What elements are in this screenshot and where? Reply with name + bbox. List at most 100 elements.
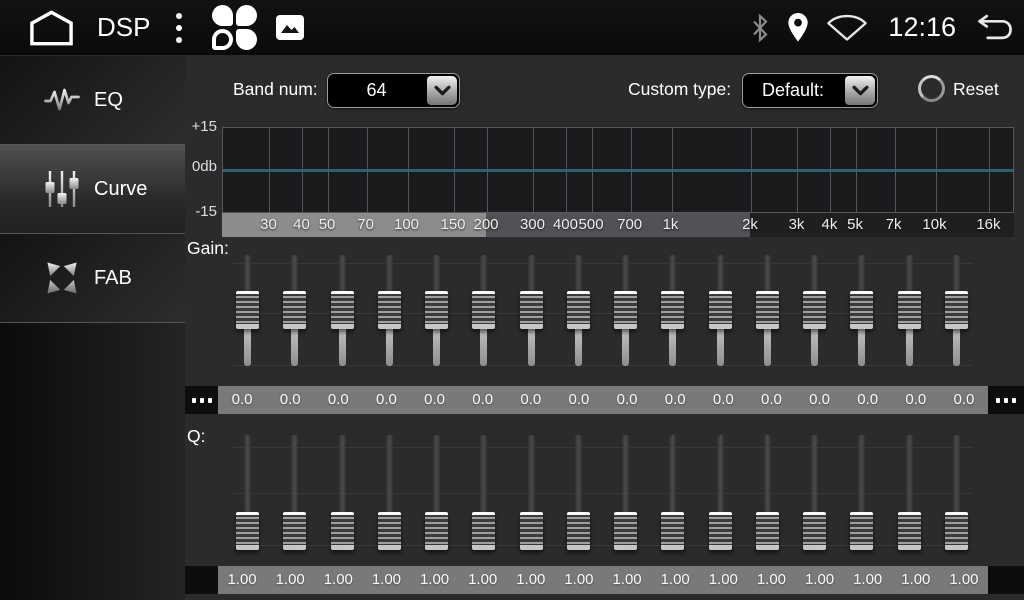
gain-more-left-button[interactable] [185,386,218,414]
custom-type-label: Custom type: [628,79,731,100]
q-slider-thumb[interactable] [331,512,354,550]
expand-arrows-icon [42,258,82,298]
gain-slider-thumb[interactable] [803,291,826,329]
gain-slider-thumb[interactable] [614,291,637,329]
home-button[interactable] [28,8,75,48]
sidebar-item-eq[interactable]: EQ [0,56,185,145]
gain-more-right-button[interactable] [988,386,1024,414]
page-title: DSP [97,12,150,43]
q-value: 1.00 [699,566,747,594]
app-launcher-icon[interactable] [212,5,259,50]
q-slider-thumb[interactable] [898,512,921,550]
q-slider[interactable] [555,433,602,556]
q-slider-thumb[interactable] [520,512,543,550]
freq-tick-label: 2k [742,213,758,237]
sidebar: EQ Curve [0,56,185,600]
gain-slider[interactable] [933,253,980,372]
freq-axis: 304050701001502003004005007001k2k3k4k5k7… [222,213,1014,237]
q-value: 1.00 [362,566,410,594]
gain-slider-thumb[interactable] [236,291,259,329]
eq-curve-line [223,169,1013,172]
q-slider-thumb[interactable] [567,512,590,550]
custom-type-select[interactable]: Default: [742,73,878,108]
q-slider-thumb[interactable] [472,512,495,550]
band-num-select[interactable]: 64 [327,73,460,108]
gain-slider-thumb[interactable] [472,291,495,329]
q-slider-thumb[interactable] [850,512,873,550]
gain-slider[interactable] [508,253,555,372]
gain-slider[interactable] [271,253,318,372]
gain-value: 0.0 [555,386,603,414]
q-slider[interactable] [271,433,318,556]
reset-radio[interactable] [918,75,945,102]
q-value: 1.00 [314,566,362,594]
q-slider[interactable] [649,433,696,556]
q-slider-thumb[interactable] [945,512,968,550]
gain-slider-thumb[interactable] [850,291,873,329]
y-axis-label-zero: 0db [185,158,217,175]
q-slider[interactable] [224,433,271,556]
gain-slider[interactable] [366,253,413,372]
q-more-right-button[interactable] [988,566,1024,594]
q-slider[interactable] [413,433,460,556]
back-icon[interactable] [976,13,1014,42]
gain-slider[interactable] [649,253,696,372]
gain-slider[interactable] [319,253,366,372]
q-slider-thumb[interactable] [661,512,684,550]
gain-slider-thumb[interactable] [661,291,684,329]
freq-tick-label: 70 [357,213,374,237]
q-slider[interactable] [744,433,791,556]
gain-slider-thumb[interactable] [756,291,779,329]
gain-slider[interactable] [460,253,507,372]
gain-slider[interactable] [697,253,744,372]
gain-slider-thumb[interactable] [283,291,306,329]
q-slider[interactable] [791,433,838,556]
q-slider-thumb[interactable] [614,512,637,550]
q-slider-thumb[interactable] [803,512,826,550]
q-slider[interactable] [602,433,649,556]
q-slider-thumb[interactable] [283,512,306,550]
gain-slider[interactable] [886,253,933,372]
gain-slider[interactable] [224,253,271,372]
q-more-left-button[interactable] [185,566,218,594]
freq-tick-label: 300 [520,213,545,237]
q-value: 1.00 [747,566,795,594]
q-slider[interactable] [460,433,507,556]
gain-slider[interactable] [555,253,602,372]
q-slider-thumb[interactable] [236,512,259,550]
gain-slider-thumb[interactable] [520,291,543,329]
clock: 12:16 [888,12,956,43]
gain-slider-thumb[interactable] [898,291,921,329]
gallery-icon[interactable] [275,14,305,41]
q-slider[interactable] [508,433,555,556]
gain-slider-thumb[interactable] [709,291,732,329]
q-slider[interactable] [838,433,885,556]
gain-slider-thumb[interactable] [567,291,590,329]
gain-slider[interactable] [744,253,791,372]
gain-slider-thumb[interactable] [331,291,354,329]
gain-slider[interactable] [838,253,885,372]
q-slider-thumb[interactable] [709,512,732,550]
gain-slider-thumb[interactable] [425,291,448,329]
gain-slider[interactable] [413,253,460,372]
q-slider[interactable] [933,433,980,556]
overflow-menu-icon[interactable] [172,9,186,47]
q-slider-thumb[interactable] [425,512,448,550]
freq-tick-label: 200 [473,213,498,237]
q-slider[interactable] [319,433,366,556]
sidebar-item-curve[interactable]: Curve [0,145,185,234]
q-slider[interactable] [697,433,744,556]
gain-slider[interactable] [791,253,838,372]
sidebar-item-fab[interactable]: FAB [0,234,185,323]
gain-value: 0.0 [844,386,892,414]
gain-slider-thumb[interactable] [945,291,968,329]
q-value: 1.00 [796,566,844,594]
q-slider[interactable] [366,433,413,556]
gain-value: 0.0 [699,386,747,414]
q-slider-thumb[interactable] [378,512,401,550]
gain-slider-thumb[interactable] [378,291,401,329]
q-slider[interactable] [886,433,933,556]
gain-slider[interactable] [602,253,649,372]
q-slider-thumb[interactable] [756,512,779,550]
ellipsis-icon [192,398,196,403]
